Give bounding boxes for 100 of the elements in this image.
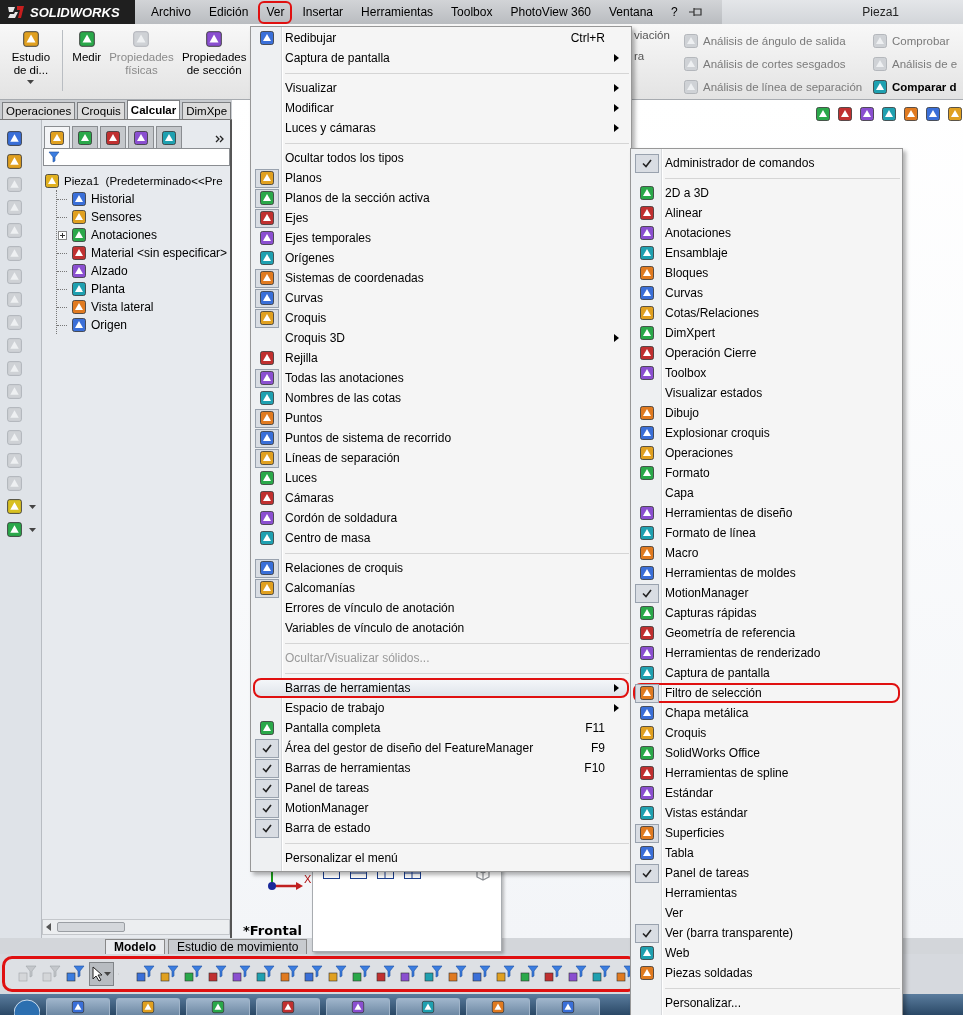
menu-item[interactable]: Croquis 3D (253, 328, 629, 348)
command-tab[interactable]: Operaciones (2, 102, 76, 119)
filter-icon[interactable] (447, 965, 467, 983)
menu-item[interactable]: Curvas (633, 283, 900, 303)
ribbon-item[interactable]: Comparar d (872, 75, 963, 98)
menu-item[interactable]: Web (633, 943, 900, 963)
command-tab[interactable]: Croquis (77, 102, 125, 119)
model-tab[interactable]: Modelo (105, 939, 165, 954)
panel-tab[interactable] (128, 126, 154, 148)
menu-item[interactable]: Todas las anotaciones (253, 368, 629, 388)
tree-item[interactable]: Alzado (57, 262, 230, 280)
menu-item[interactable]: Administrador de comandos (633, 153, 900, 173)
menu-item[interactable]: 2D a 3D (633, 183, 900, 203)
menu-item[interactable]: Operación Cierre (633, 343, 900, 363)
taskbar-button[interactable] (46, 998, 110, 1015)
taskbar-button[interactable] (256, 998, 320, 1015)
menu-item[interactable]: Barras de herramientas F10 (253, 758, 629, 778)
ribbon-button[interactable]: Medir (68, 28, 105, 66)
menu-item[interactable]: Relaciones de croquis (253, 558, 629, 578)
menu-item[interactable]: Toolbox (633, 363, 900, 383)
menu-item[interactable]: Líneas de separación (253, 448, 629, 468)
menu-item[interactable]: Planos de la sección activa (253, 188, 629, 208)
tree-item[interactable]: Origen (57, 316, 230, 334)
panel-tab[interactable] (44, 126, 70, 148)
menu-item[interactable]: Cotas/Relaciones (633, 303, 900, 323)
taskbar-button[interactable] (466, 998, 530, 1015)
menu-item[interactable]: Errores de vínculo de anotación (253, 598, 629, 618)
select-button[interactable] (89, 962, 114, 986)
pin-icon[interactable] (687, 6, 704, 18)
ribbon-button[interactable]: Propiedades de sección (178, 28, 250, 79)
menu-item[interactable]: Formato (633, 463, 900, 483)
menu-item[interactable]: Barra de estado (253, 818, 629, 838)
filter-icon[interactable] (303, 965, 323, 983)
menu-item[interactable]: Modificar (253, 98, 629, 118)
tree-item[interactable]: Planta (57, 280, 230, 298)
menu-item[interactable]: Visualizar (253, 78, 629, 98)
menu-item[interactable]: Nombres de las cotas (253, 388, 629, 408)
menu-item[interactable]: MotionManager (633, 583, 900, 603)
menu-item[interactable]: Ensamblaje (633, 243, 900, 263)
taskbar-button[interactable] (396, 998, 460, 1015)
menu-item[interactable]: Ejes temporales (253, 228, 629, 248)
horizontal-scrollbar[interactable] (42, 919, 230, 935)
filter-icon[interactable] (135, 965, 155, 983)
menu-item[interactable]: Puntos de sistema de recorrido (253, 428, 629, 448)
menu-bar-item[interactable]: Insertar (294, 0, 352, 24)
tree-item[interactable]: Vista lateral (57, 298, 230, 316)
tree-item[interactable]: Pieza1 (Predeterminado<<Pre (44, 172, 230, 190)
menu-item[interactable]: Dibujo (633, 403, 900, 423)
menu-item[interactable]: Explosionar croquis (633, 423, 900, 443)
taskbar-button[interactable] (536, 998, 600, 1015)
menu-item[interactable]: Croquis (633, 723, 900, 743)
menu-bar-item[interactable]: Archivo (143, 0, 199, 24)
menu-item[interactable]: Ver (633, 903, 900, 923)
menu-item[interactable]: Calcomanías (253, 578, 629, 598)
menu-item[interactable]: Chapa metálica (633, 703, 900, 723)
menu-item[interactable]: Herramientas de moldes (633, 563, 900, 583)
menu-item[interactable]: Pantalla completa F11 (253, 718, 629, 738)
filter-icon[interactable] (65, 965, 85, 983)
menu-item[interactable]: Panel de tareas (633, 863, 900, 883)
filter-field[interactable] (43, 148, 230, 166)
taskbar-button[interactable] (186, 998, 250, 1015)
menu-item[interactable]: Visualizar estados (633, 383, 900, 403)
tree-item[interactable]: Historial (57, 190, 230, 208)
menu-item[interactable]: MotionManager (253, 798, 629, 818)
command-tab[interactable]: DimXpe (182, 102, 232, 119)
menu-item[interactable]: Superficies (633, 823, 900, 843)
menu-item[interactable]: Panel de tareas (253, 778, 629, 798)
filter-icon[interactable] (543, 965, 563, 983)
menu-item[interactable]: Tabla (633, 843, 900, 863)
filter-icon[interactable] (519, 965, 539, 983)
filter-icon[interactable] (495, 965, 515, 983)
menu-item[interactable]: Herramientas de diseño (633, 503, 900, 523)
menu-item[interactable]: Área del gestor de diseño del FeatureManager F9 (253, 738, 629, 758)
menu-item[interactable]: Estándar (633, 783, 900, 803)
filter-icon[interactable] (375, 965, 395, 983)
menu-item[interactable]: Redibujar Ctrl+R (253, 28, 629, 48)
filter-icon[interactable] (231, 965, 251, 983)
filter-icon[interactable] (255, 965, 275, 983)
filter-icon[interactable] (567, 965, 587, 983)
tree-item[interactable]: Anotaciones (57, 226, 230, 244)
menu-item[interactable]: Herramientas de renderizado (633, 643, 900, 663)
filter-icon[interactable] (351, 965, 371, 983)
menu-bar-item[interactable]: Ventana (601, 0, 662, 24)
menu-item[interactable]: Ocultar todos los tipos (253, 148, 629, 168)
filter-icon[interactable] (183, 965, 203, 983)
menu-item[interactable]: DimXpert (633, 323, 900, 343)
menu-item[interactable]: Formato de línea (633, 523, 900, 543)
menu-item[interactable]: Cordón de soldadura (253, 508, 629, 528)
ribbon-button[interactable]: Estudio de di... (6, 28, 56, 86)
menu-item[interactable]: Piezas soldadas (633, 963, 900, 983)
menu-item[interactable]: Sistemas de coordenadas (253, 268, 629, 288)
menu-item[interactable]: Herramientas de spline (633, 763, 900, 783)
filter-icon[interactable] (399, 965, 419, 983)
menu-item[interactable]: Centro de masa (253, 528, 629, 548)
menu-item[interactable]: Captura de pantalla (633, 663, 900, 683)
tree-item[interactable]: Material <sin especificar> (57, 244, 230, 262)
scroll-left-icon[interactable] (46, 923, 51, 931)
menu-item[interactable]: Curvas (253, 288, 629, 308)
expand-icon[interactable] (58, 230, 67, 240)
panel-tab[interactable] (72, 126, 98, 148)
